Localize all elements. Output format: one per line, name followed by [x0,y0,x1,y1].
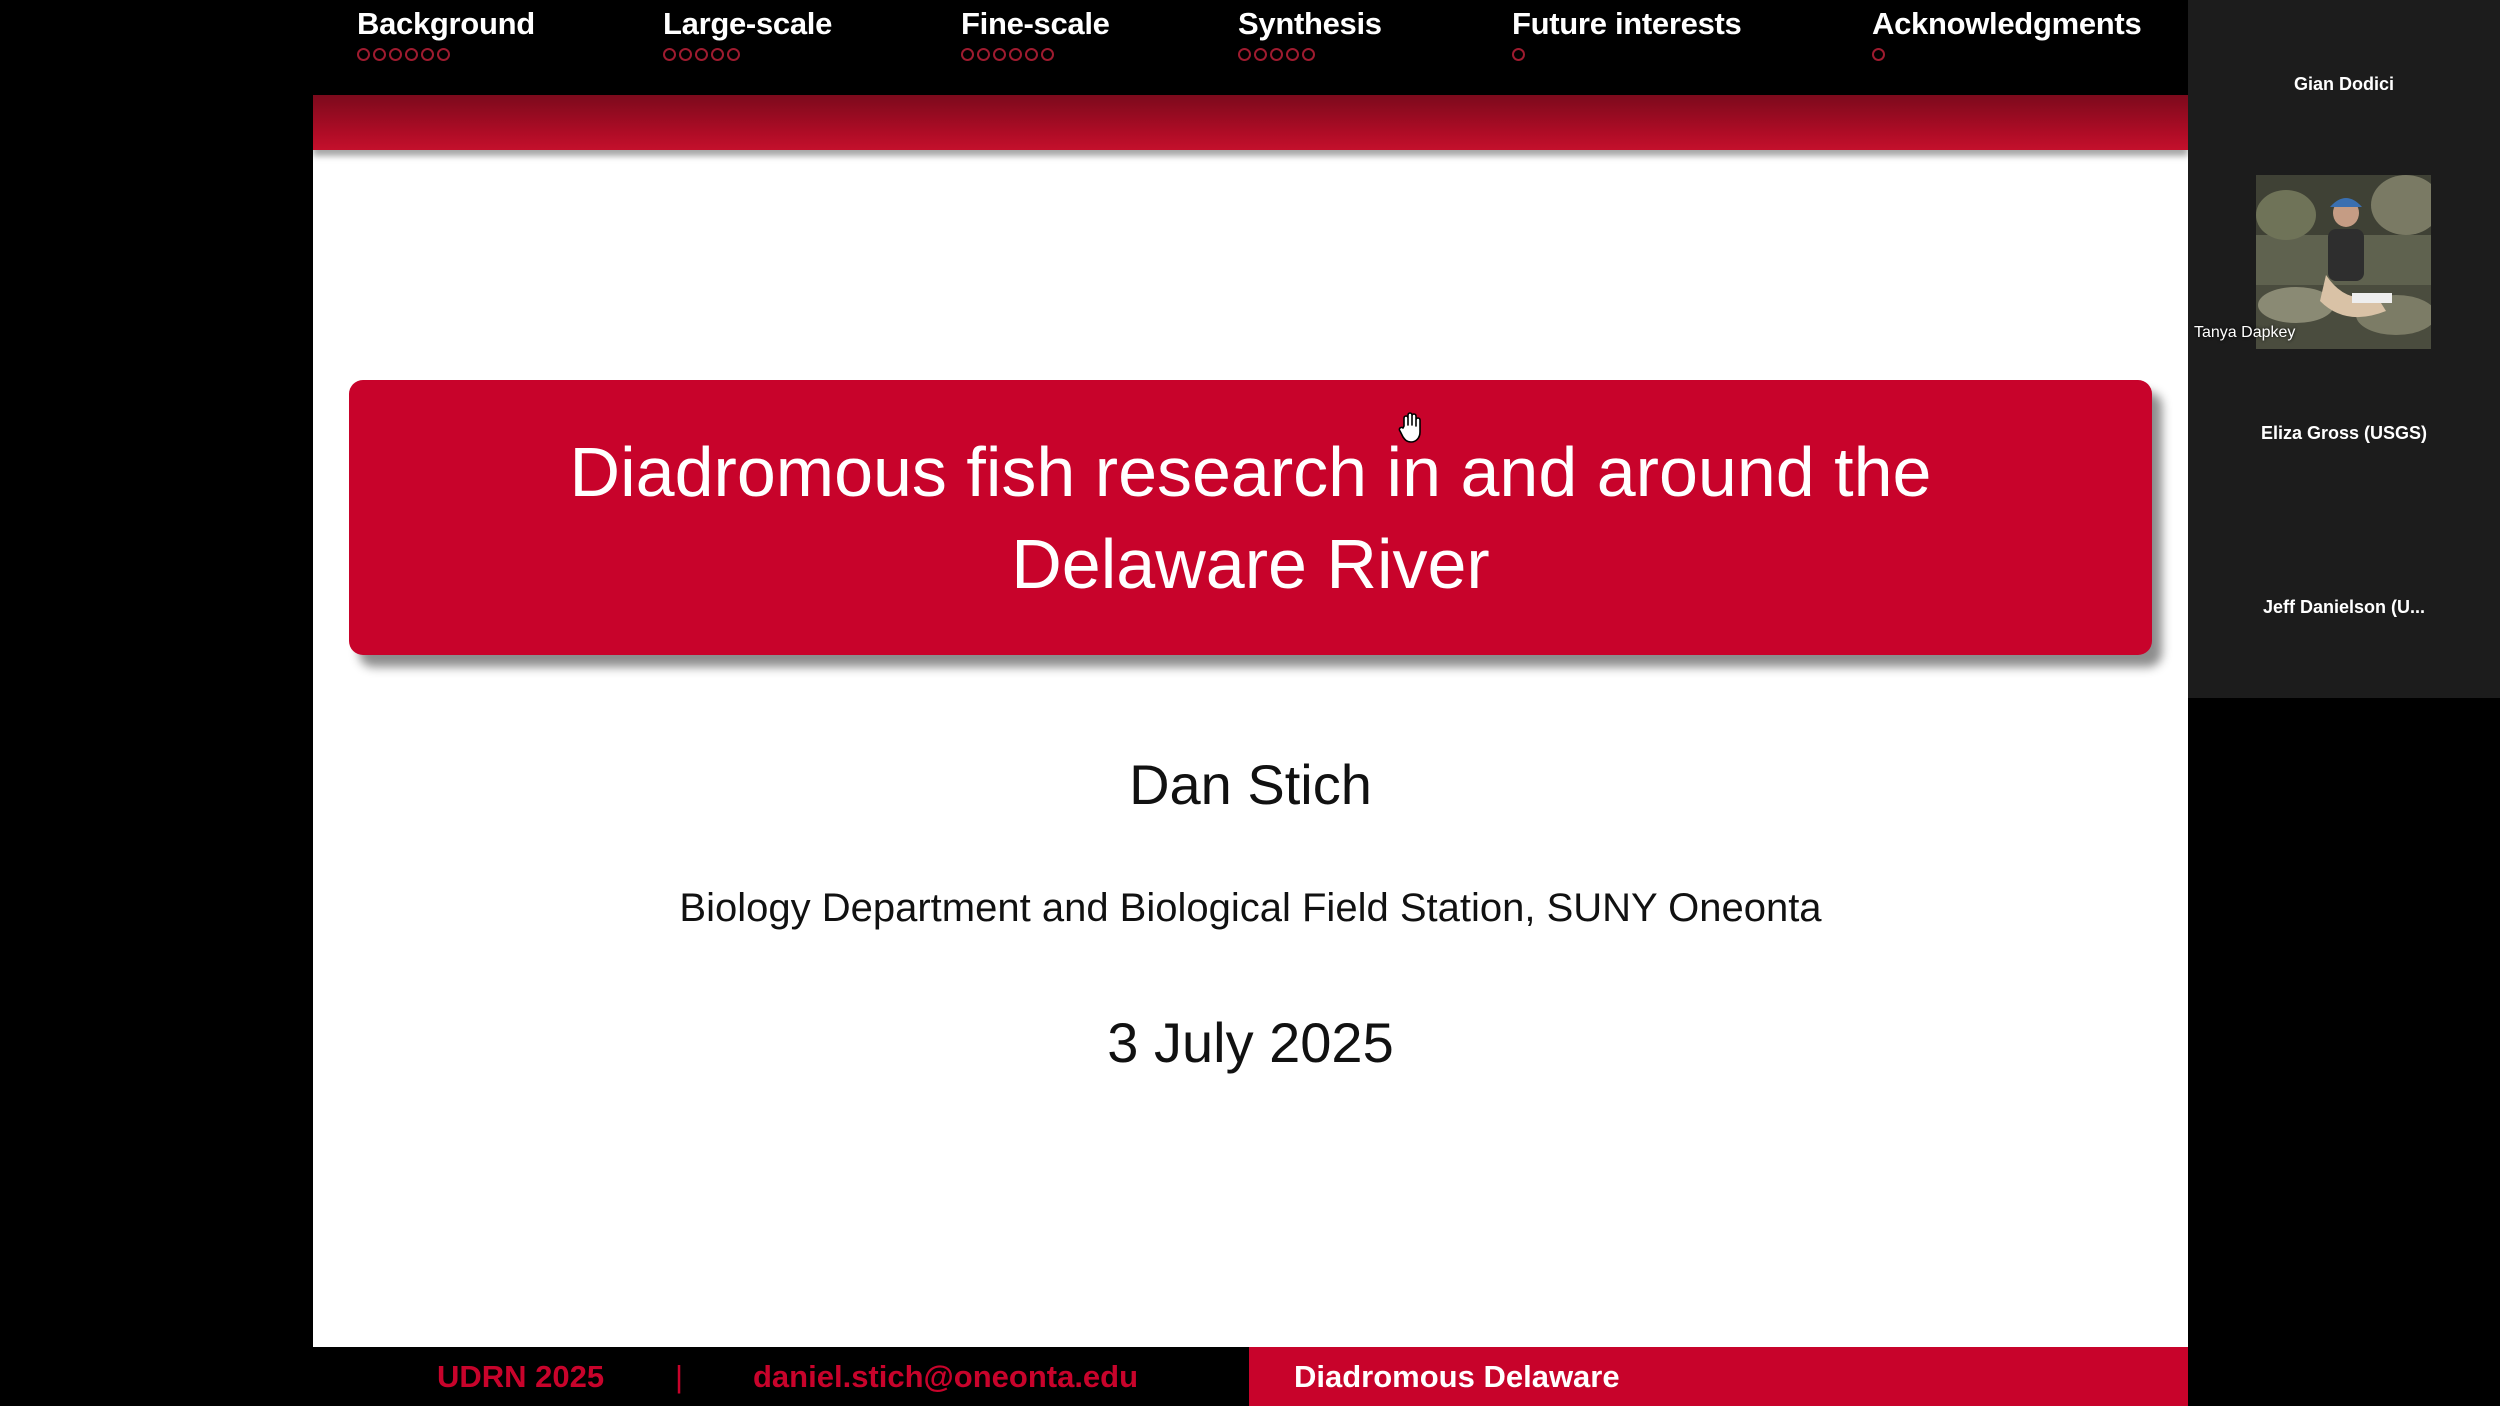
nav-section-acknowledgments[interactable]: Acknowledgments [1872,6,2142,61]
author-affiliation: Biology Department and Biological Field … [679,886,1822,930]
nav-section-synthesis[interactable]: Synthesis [1238,6,1382,61]
nav-progress-dots [1512,48,1741,61]
nav-section-label: Future interests [1512,6,1742,41]
nav-section-background[interactable]: Background [357,6,535,61]
participant-video-image [2256,175,2431,349]
section-navigation: Background Large-scale Fine-scale Synthe… [313,0,2188,95]
participant-video-tile[interactable] [2256,175,2431,349]
nav-section-future-interests[interactable]: Future interests [1512,6,1742,61]
participant-tile-name[interactable]: Eliza Gross (USGS) [2188,423,2500,444]
nav-progress-dots [961,48,1110,61]
footer-left-panel: UDRN 2025 | daniel.stich@oneonta.edu [313,1347,1249,1406]
participant-tile-name[interactable]: Gian Dodici [2188,74,2500,95]
footer-event: UDRN 2025 [437,1359,605,1394]
presentation-slide: Background Large-scale Fine-scale Synthe… [313,0,2188,1406]
nav-section-large-scale[interactable]: Large-scale [663,6,832,61]
footer-email: daniel.stich@oneonta.edu [753,1359,1139,1394]
nav-section-label: Large-scale [663,6,833,41]
nav-progress-dots [1238,48,1382,61]
nav-section-label: Fine-scale [961,6,1110,41]
header-accent-bar [313,95,2188,150]
footer-separator: | [675,1359,684,1394]
nav-section-label: Acknowledgments [1872,6,2142,41]
nav-progress-dots [1872,48,2141,61]
footer-right-panel: Diadromous Delaware [1249,1347,2188,1406]
slide-footer: UDRN 2025 | daniel.stich@oneonta.edu Dia… [313,1347,2188,1406]
nav-section-label: Background [357,6,535,41]
title-block: Diadromous fish research in and around t… [349,380,2152,655]
nav-progress-dots [357,48,535,61]
slide-title: Diadromous fish research in and around t… [569,432,1932,603]
hand-cursor-icon [1398,412,1421,443]
nav-progress-dots [663,48,832,61]
author-name: Dan Stich [1129,753,1372,816]
participants-panel: Gian Dodici Tanya Dapkey Eliza Gross (US… [2188,0,2500,698]
nav-section-fine-scale[interactable]: Fine-scale [961,6,1110,61]
presentation-date: 3 July 2025 [1107,1011,1394,1074]
nav-section-label: Synthesis [1238,6,1382,41]
participant-tile-name[interactable]: Jeff Danielson (U... [2188,597,2500,618]
participant-video-label: Tanya Dapkey [2194,324,2296,341]
footer-short-title: Diadromous Delaware [1294,1359,1620,1394]
